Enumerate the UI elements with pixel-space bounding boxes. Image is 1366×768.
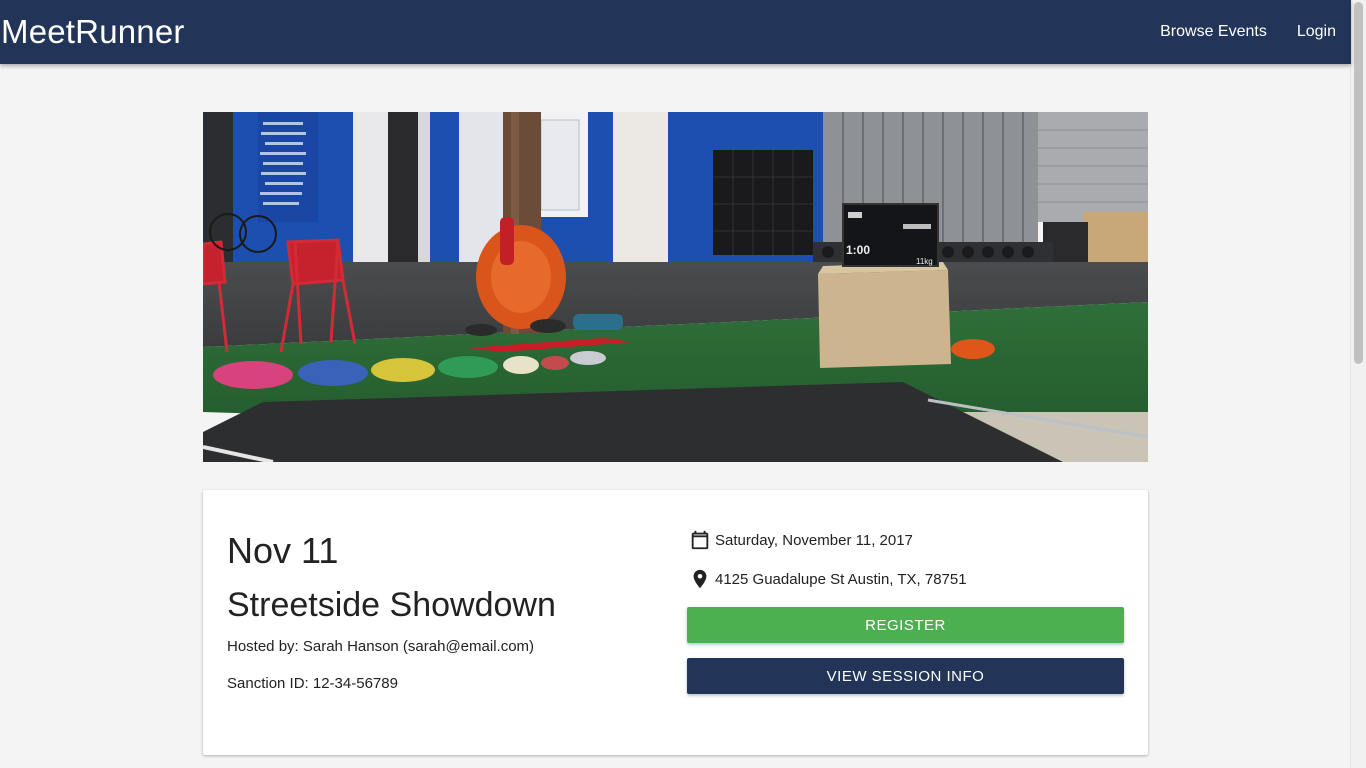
event-date-short: Nov 11 bbox=[227, 530, 339, 571]
event-address[interactable]: 4125 Guadalupe St Austin, TX, 78751 bbox=[715, 571, 967, 588]
top-navbar: MeetRunner Browse Events Login bbox=[0, 0, 1351, 64]
monitor-weight-text: 11kg bbox=[916, 257, 933, 266]
nav-links: Browse Events Login bbox=[1130, 0, 1336, 64]
page-scrollbar[interactable] bbox=[1350, 0, 1366, 768]
login-link[interactable]: Login bbox=[1297, 23, 1336, 41]
calendar-icon bbox=[689, 529, 711, 551]
monitor-timer-text: 1:00 bbox=[846, 243, 870, 257]
event-details-card: Nov 11 Streetside Showdown Hosted by: Sa… bbox=[203, 490, 1148, 755]
register-button[interactable]: REGISTER bbox=[687, 607, 1124, 643]
scrollbar-thumb[interactable] bbox=[1354, 2, 1363, 364]
event-host: Hosted by: Sarah Hanson (sarah@email.com… bbox=[227, 638, 535, 655]
event-sanction-id: Sanction ID: 12-34-56789 bbox=[227, 675, 398, 692]
location-pin-icon bbox=[689, 568, 711, 590]
event-date-row: Saturday, November 11, 2017 bbox=[689, 529, 913, 551]
event-date-full: Saturday, November 11, 2017 bbox=[715, 531, 913, 549]
browse-events-link[interactable]: Browse Events bbox=[1160, 23, 1267, 41]
view-session-info-button[interactable]: VIEW SESSION INFO bbox=[687, 658, 1124, 694]
event-title: Streetside Showdown bbox=[227, 586, 556, 624]
brand-logo-link[interactable]: MeetRunner bbox=[1, 12, 185, 52]
event-hero-image: 1:00 11kg bbox=[203, 112, 1148, 462]
event-location-row: 4125 Guadalupe St Austin, TX, 78751 bbox=[689, 568, 967, 590]
